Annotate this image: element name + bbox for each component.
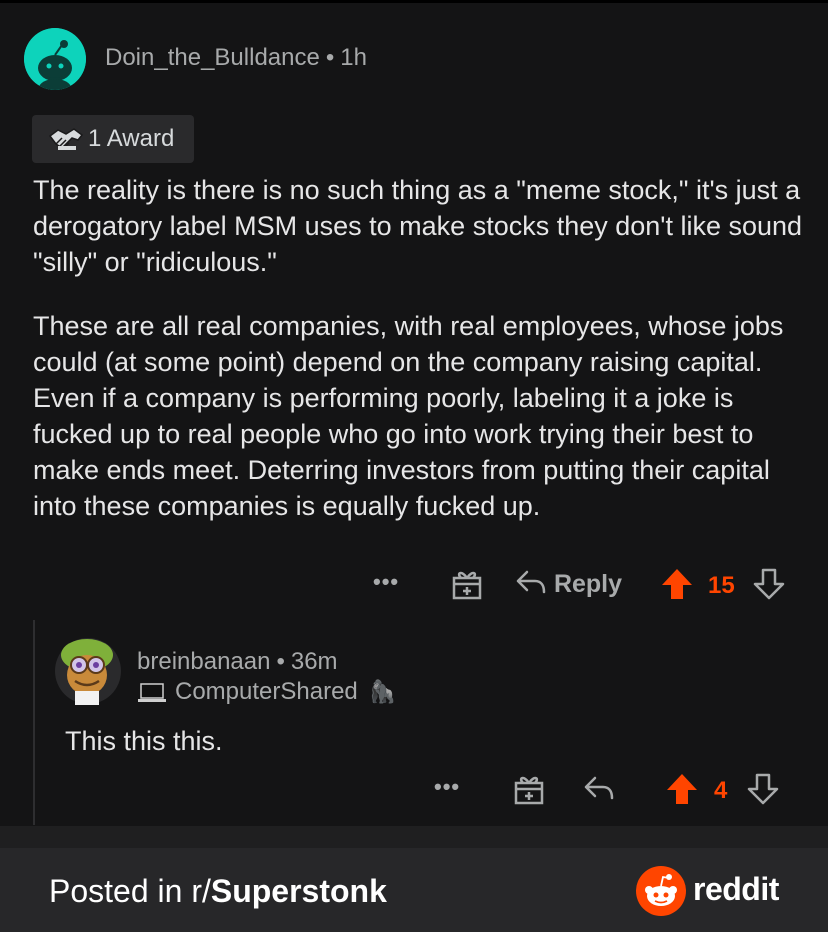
separator-dot: • bbox=[276, 648, 285, 675]
nft-avatar-icon bbox=[55, 638, 121, 705]
reply-avatar[interactable] bbox=[55, 633, 121, 709]
reply-author-line: breinbanaan • 36m bbox=[137, 648, 338, 676]
reply-label: Reply bbox=[553, 570, 623, 598]
upvote-icon[interactable] bbox=[665, 772, 699, 806]
comment-actions: ••• Reply 15 bbox=[0, 565, 828, 605]
flair-text: ComputerShared bbox=[175, 678, 358, 705]
reply-vote-count: 4 bbox=[714, 777, 728, 804]
top-divider bbox=[0, 0, 828, 3]
comment-paragraph-1: The reality is there is no such thing as… bbox=[33, 175, 803, 277]
reply-more-options-button[interactable]: ••• bbox=[434, 774, 460, 800]
user-avatar[interactable] bbox=[24, 28, 86, 90]
posted-in-prefix: Posted in r/ bbox=[49, 873, 211, 909]
downvote-icon[interactable] bbox=[752, 567, 786, 601]
reply-username[interactable]: breinbanaan bbox=[137, 648, 270, 675]
gorilla-icon: 🦍 bbox=[368, 679, 396, 704]
gift-icon[interactable] bbox=[512, 772, 546, 806]
user-flair: ComputerShared 🦍 bbox=[137, 678, 396, 706]
section-gap bbox=[0, 826, 828, 848]
reddit-wordmark: reddit bbox=[693, 871, 779, 907]
reply-button[interactable]: Reply bbox=[515, 568, 622, 599]
award-label: 1 Award bbox=[88, 125, 175, 152]
comment-card: Doin_the_Bulldance • 1h 1 Award The realit… bbox=[0, 0, 828, 826]
reddit-logo-icon bbox=[636, 866, 686, 916]
comment-time: 1h bbox=[340, 44, 367, 71]
award-badge[interactable]: 1 Award bbox=[32, 115, 194, 163]
comment-author-line: Doin_the_Bulldance • 1h bbox=[105, 44, 367, 72]
reply-actions: ••• 4 bbox=[0, 770, 828, 810]
subreddit-name[interactable]: Superstonk bbox=[211, 873, 387, 909]
reply-arrow-icon bbox=[516, 570, 546, 594]
upvote-icon[interactable] bbox=[660, 567, 694, 601]
comment-username[interactable]: Doin_the_Bulldance bbox=[105, 44, 320, 71]
snoo-avatar-icon bbox=[24, 28, 86, 90]
laptop-icon bbox=[138, 682, 166, 702]
reply-arrow-icon[interactable] bbox=[583, 774, 615, 804]
reply-body: This this this. bbox=[65, 726, 223, 756]
handshake-award-icon bbox=[48, 128, 84, 150]
more-options-button[interactable]: ••• bbox=[373, 569, 399, 595]
comment-paragraph-2: These are all real companies, with real … bbox=[33, 311, 784, 521]
posted-in-label: Posted in r/Superstonk bbox=[49, 873, 387, 910]
gift-icon[interactable] bbox=[450, 567, 484, 601]
separator-dot: • bbox=[325, 44, 335, 71]
reply-time: 36m bbox=[290, 648, 338, 675]
downvote-icon[interactable] bbox=[746, 772, 780, 806]
vote-count: 15 bbox=[708, 572, 735, 599]
